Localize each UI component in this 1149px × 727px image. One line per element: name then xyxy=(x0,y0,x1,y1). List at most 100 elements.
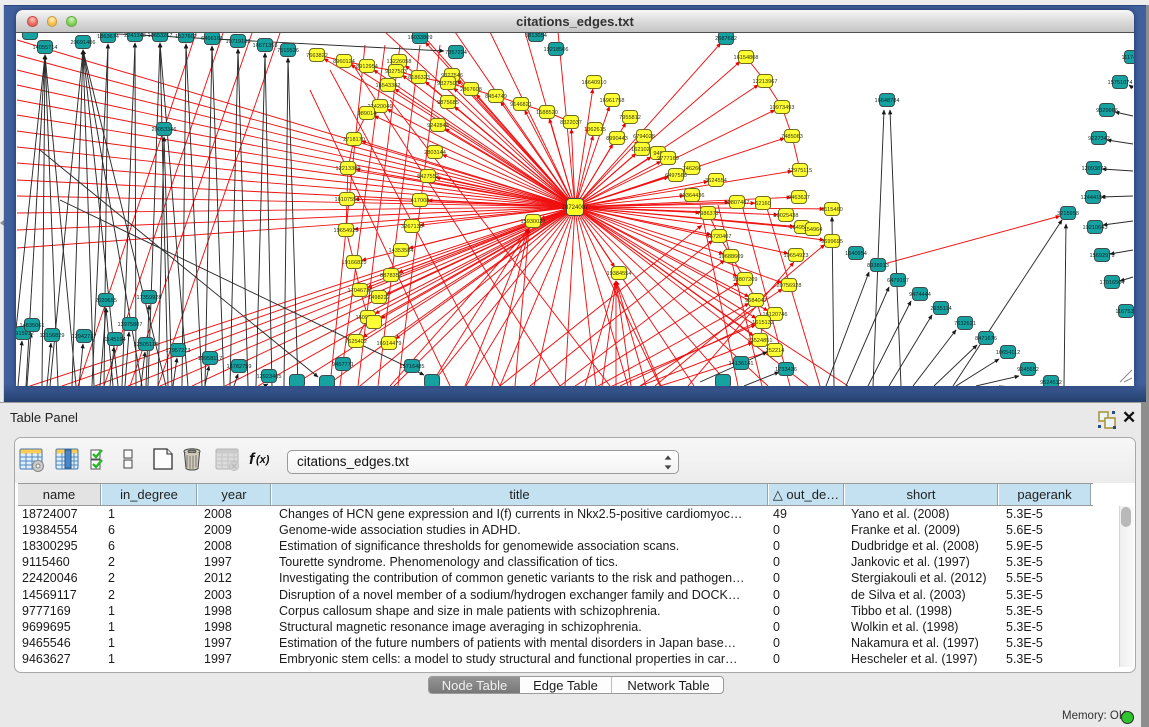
svg-text:1615132: 1615132 xyxy=(752,320,774,326)
svg-text:12942737: 12942737 xyxy=(72,334,97,340)
svg-text:18724007: 18724007 xyxy=(562,205,589,211)
svg-text:3267130: 3267130 xyxy=(401,224,423,230)
svg-text:19166825: 19166825 xyxy=(342,260,367,266)
svg-text:f: f xyxy=(249,451,256,468)
svg-text:1621022: 1621022 xyxy=(631,147,653,153)
svg-text:9457771: 9457771 xyxy=(332,362,354,368)
svg-text:9146821: 9146821 xyxy=(510,102,532,108)
svg-text:1145194: 1145194 xyxy=(104,337,125,343)
svg-text:2241348: 2241348 xyxy=(124,33,146,39)
svg-text:14136141: 14136141 xyxy=(729,361,754,367)
svg-text:16961758: 16961758 xyxy=(600,98,625,104)
svg-text:1362615: 1362615 xyxy=(584,127,606,133)
svg-text:17046736: 17046736 xyxy=(348,288,373,294)
svg-text:(x): (x) xyxy=(256,454,270,466)
svg-text:16033809: 16033809 xyxy=(408,35,433,41)
svg-text:12213389: 12213389 xyxy=(336,166,361,172)
svg-text:1863674: 1863674 xyxy=(97,34,119,40)
svg-text:16914479: 16914479 xyxy=(377,341,402,347)
svg-text:3624554: 3624554 xyxy=(705,178,727,184)
svg-text:9777169: 9777169 xyxy=(657,156,679,162)
svg-text:8454749: 8454749 xyxy=(485,94,507,100)
svg-text:9327503: 9327503 xyxy=(385,69,407,75)
svg-text:154964: 154964 xyxy=(804,227,823,233)
svg-text:8813054: 8813054 xyxy=(525,33,547,39)
svg-text:12093872: 12093872 xyxy=(1082,166,1107,172)
svg-text:8878352: 8878352 xyxy=(380,273,402,279)
svg-text:7986372: 7986372 xyxy=(697,211,719,217)
svg-text:9115460: 9115460 xyxy=(821,207,842,213)
svg-text:2718170: 2718170 xyxy=(343,137,365,143)
svg-text:13524851: 13524851 xyxy=(748,338,773,344)
svg-text:14835061: 14835061 xyxy=(20,323,45,329)
svg-text:14353584: 14353584 xyxy=(389,248,414,254)
svg-text:62160: 62160 xyxy=(755,201,771,207)
svg-text:1117404: 1117404 xyxy=(1122,55,1134,61)
svg-text:13975887: 13975887 xyxy=(118,322,143,328)
svg-text:10719185: 10719185 xyxy=(226,39,251,45)
svg-text:20756928: 20756928 xyxy=(777,283,802,289)
svg-text:10654112: 10654112 xyxy=(996,350,1020,356)
svg-text:8960124: 8960124 xyxy=(333,59,355,65)
svg-text:16107553: 16107553 xyxy=(335,197,360,203)
svg-text:9463627: 9463627 xyxy=(788,195,810,201)
svg-text:1167532: 1167532 xyxy=(1115,309,1134,315)
svg-text:9327508: 9327508 xyxy=(437,81,459,87)
svg-text:16640910: 16640910 xyxy=(582,80,607,86)
svg-text:9524512: 9524512 xyxy=(1040,380,1062,386)
svg-text:6479197: 6479197 xyxy=(887,278,909,284)
svg-text:17957223: 17957223 xyxy=(166,348,191,354)
svg-text:8990443: 8990443 xyxy=(606,136,628,142)
svg-text:1527602: 1527602 xyxy=(175,34,197,40)
svg-text:12444157: 12444157 xyxy=(1081,195,1106,201)
svg-text:7663822: 7663822 xyxy=(306,53,328,59)
svg-text:20053346: 20053346 xyxy=(152,127,177,133)
svg-text:16671355: 16671355 xyxy=(253,43,278,49)
svg-text:6794028: 6794028 xyxy=(633,134,655,140)
svg-text:16648784: 16648784 xyxy=(875,98,900,104)
svg-text:2687682: 2687682 xyxy=(715,36,737,42)
svg-text:1498222: 1498222 xyxy=(368,295,390,301)
svg-text:7357224: 7357224 xyxy=(445,50,467,56)
svg-text:16543382: 16543382 xyxy=(376,83,401,89)
svg-text:19218506: 19218506 xyxy=(544,47,569,53)
svg-text:8938913: 8938913 xyxy=(867,263,889,269)
svg-text:6466160: 6466160 xyxy=(201,36,223,42)
svg-text:20364436: 20364436 xyxy=(680,193,705,199)
svg-text:15720407: 15720407 xyxy=(707,234,732,240)
svg-text:10688609: 10688609 xyxy=(719,254,744,260)
svg-text:19384554: 19384554 xyxy=(607,271,632,277)
svg-text:10973493: 10973493 xyxy=(770,105,795,111)
svg-text:9699695: 9699695 xyxy=(821,239,843,245)
svg-text:8427552: 8427552 xyxy=(417,174,439,180)
svg-text:14055714: 14055714 xyxy=(33,45,58,51)
svg-text:10025438: 10025438 xyxy=(774,213,799,219)
svg-text:7625402: 7625402 xyxy=(345,339,367,345)
svg-text:2020655: 2020655 xyxy=(95,298,117,304)
svg-text:9227342: 9227342 xyxy=(1088,136,1110,142)
svg-text:15930023: 15930023 xyxy=(521,219,546,225)
svg-text:10653267: 10653267 xyxy=(148,33,173,39)
svg-text:10210643: 10210643 xyxy=(1083,225,1108,231)
svg-text:7515526: 7515526 xyxy=(277,48,299,54)
svg-text:989014: 989014 xyxy=(358,111,377,117)
svg-text:9684047: 9684047 xyxy=(745,298,767,304)
svg-text:9474444: 9474444 xyxy=(909,292,931,298)
svg-text:18807209: 18807209 xyxy=(733,277,758,283)
svg-text:10958117: 10958117 xyxy=(198,356,222,362)
svg-text:8186323: 8186323 xyxy=(408,75,430,81)
svg-text:12975115: 12975115 xyxy=(788,168,812,174)
svg-text:1733426: 1733426 xyxy=(775,367,797,373)
svg-text:6497568: 6497568 xyxy=(665,173,687,179)
svg-text:2803144: 2803144 xyxy=(424,150,446,156)
svg-text:252214: 252214 xyxy=(766,348,785,354)
svg-text:16782759: 16782759 xyxy=(227,364,252,370)
svg-text:8471676: 8471676 xyxy=(975,336,997,342)
svg-text:15692971: 15692971 xyxy=(1090,253,1115,259)
svg-text:3215958: 3215958 xyxy=(1057,211,1079,217)
svg-text:7955812: 7955812 xyxy=(619,115,641,121)
svg-text:1588520: 1588520 xyxy=(536,110,558,116)
svg-text:15751074: 15751074 xyxy=(1108,80,1133,86)
svg-text:12923465: 12923465 xyxy=(257,374,282,380)
svg-text:15716485: 15716485 xyxy=(400,364,425,370)
